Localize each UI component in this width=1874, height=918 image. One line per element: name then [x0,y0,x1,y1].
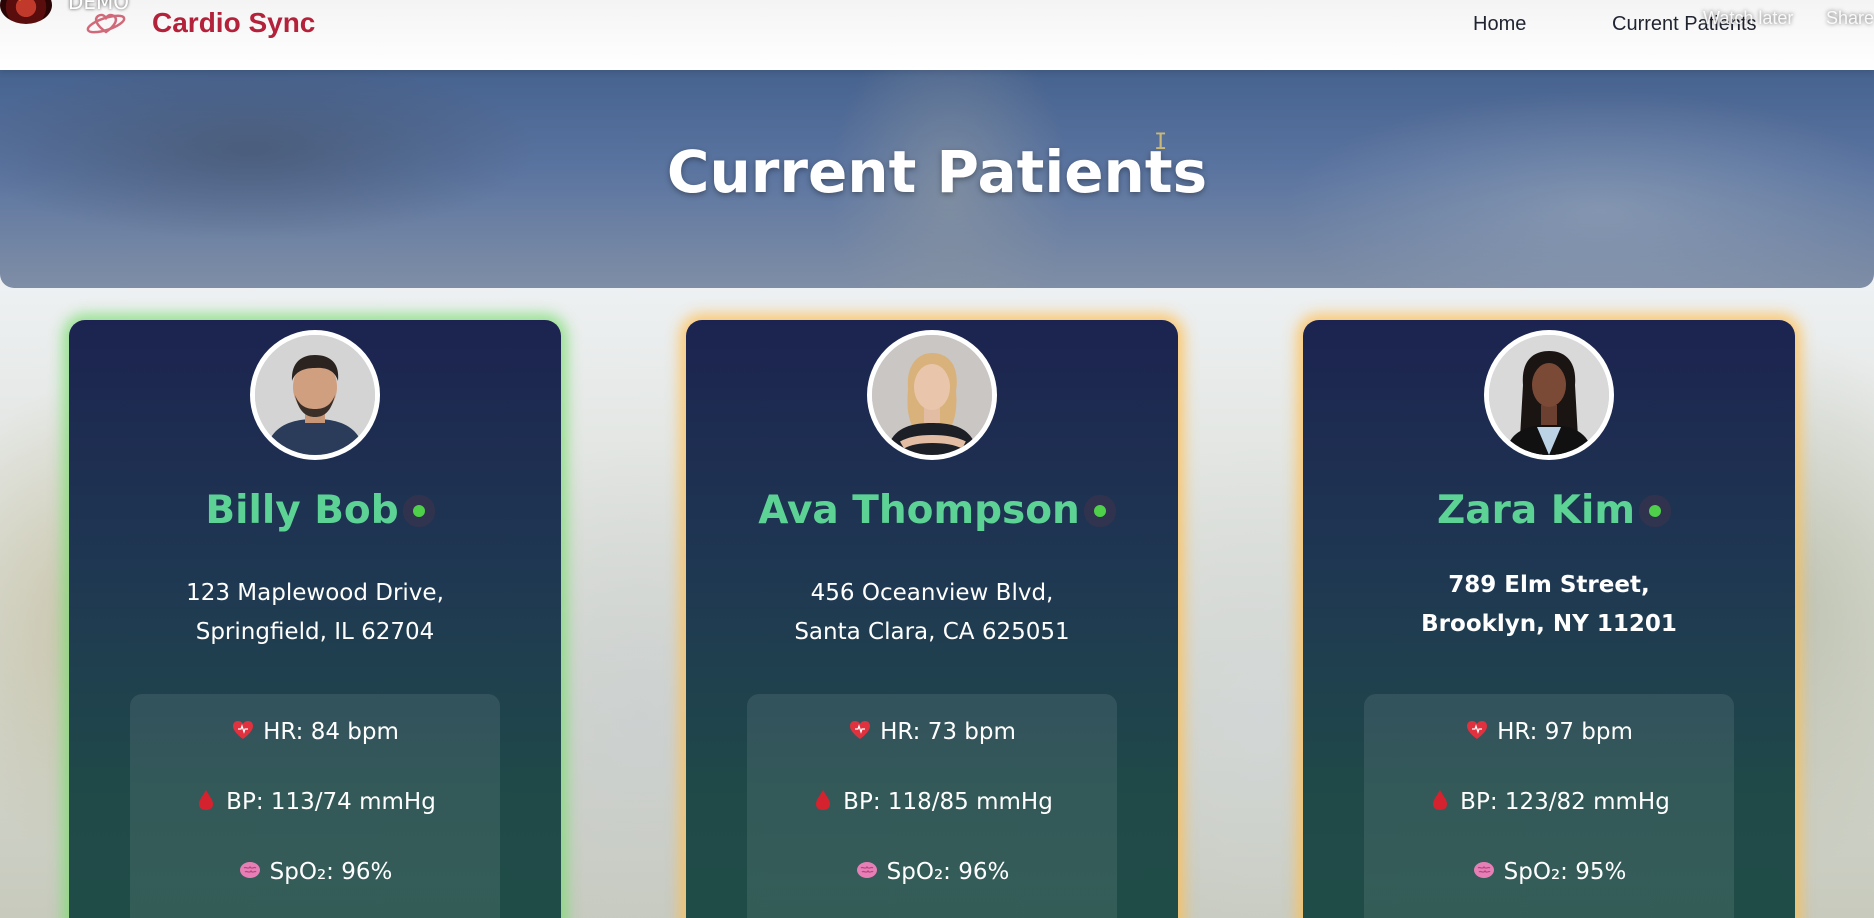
heart-rate-row: HR: 84 bpm [130,718,500,745]
patient-address: 789 Elm Street, Brooklyn, NY 11201 [1303,566,1795,644]
heart-rate-row: HR: 73 bpm [747,718,1117,745]
blood-drop-icon [811,788,835,812]
heart-rate-row: HR: 97 bpm [1364,718,1734,745]
brain-icon [238,858,262,882]
online-status-icon [1648,504,1661,517]
text-cursor-icon: I [1154,130,1168,155]
heart-sync-logo-icon[interactable] [84,8,128,38]
hero-banner: Current Patients I [0,70,1874,288]
patient-name[interactable]: Ava Thompson [758,488,1080,533]
patient-address: 123 Maplewood Drive, Springfield, IL 627… [69,574,561,652]
blood-pressure-row: BP: 118/85 mmHg [747,788,1117,815]
brain-icon [1472,858,1496,882]
patient-address: 456 Oceanview Blvd, Santa Clara, CA 6250… [686,574,1178,652]
oxygen-value: SpO₂: 96% [269,859,393,885]
oxygen-row: SpO₂: 96% [747,858,1117,885]
patient-name[interactable]: Billy Bob [205,488,398,533]
patient-card[interactable]: Billy Bob 123 Maplewood Drive, Springfie… [69,320,561,918]
online-status-icon [412,504,425,517]
channel-avatar[interactable]: ⚡ [0,0,52,24]
blood-drop-icon [194,788,218,812]
brand-name[interactable]: Cardio Sync [152,7,315,39]
blood-pressure-row: BP: 123/82 mmHg [1364,788,1734,815]
patient-avatar [250,330,380,460]
address-line-1: 789 Elm Street, [1448,572,1650,598]
blood-pressure-row: BP: 113/74 mmHg [130,788,500,815]
blood-pressure-value: BP: 118/85 mmHg [843,789,1053,815]
patient-card[interactable]: Ava Thompson 456 Oceanview Blvd, Santa C… [686,320,1178,918]
heart-rate-value: HR: 84 bpm [263,719,399,745]
oxygen-value: SpO₂: 96% [886,859,1010,885]
address-line-1: 123 Maplewood Drive, [186,580,444,606]
blood-pressure-value: BP: 113/74 mmHg [226,789,436,815]
patient-avatar [1484,330,1614,460]
vitals-panel: HR: 97 bpm BP: 123/82 mmHg SpO₂: 95% [1364,694,1734,918]
blood-pressure-value: BP: 123/82 mmHg [1460,789,1670,815]
vitals-panel: HR: 84 bpm BP: 113/74 mmHg SpO₂: 96% [130,694,500,918]
address-line-2: Santa Clara, CA 625051 [794,619,1070,645]
page-title: Current Patients [666,138,1208,206]
heart-icon [1465,718,1489,742]
heart-icon [231,718,255,742]
address-line-1: 456 Oceanview Blvd, [810,580,1054,606]
oxygen-row: SpO₂: 95% [1364,858,1734,885]
address-line-2: Brooklyn, NY 11201 [1421,611,1677,637]
address-line-2: Springfield, IL 62704 [195,619,435,645]
patient-name-row: Zara Kim [1303,488,1795,533]
patient-name[interactable]: Zara Kim [1437,488,1635,533]
heart-icon [848,718,872,742]
patient-card[interactable]: Zara Kim 789 Elm Street, Brooklyn, NY 11… [1303,320,1795,918]
blood-drop-icon [1428,788,1452,812]
patient-name-row: Ava Thompson [686,488,1178,533]
watch-later-button[interactable]: Watch later [1703,8,1793,29]
online-status-icon [1093,504,1106,517]
patient-avatar [867,330,997,460]
lightning-icon: ⚡ [18,0,29,4]
oxygen-value: SpO₂: 95% [1503,859,1627,885]
oxygen-row: SpO₂: 96% [130,858,500,885]
vitals-panel: HR: 73 bpm BP: 118/85 mmHg SpO₂: 96% [747,694,1117,918]
heart-rate-value: HR: 97 bpm [1497,719,1633,745]
heart-rate-value: HR: 73 bpm [880,719,1016,745]
brain-icon [855,858,879,882]
top-navbar: ⚡ DEMO Cardio Sync Home Current Patients… [0,0,1874,70]
nav-link-home[interactable]: Home [1473,13,1526,36]
share-button[interactable]: Share [1826,8,1874,29]
patient-name-row: Billy Bob [69,488,561,533]
